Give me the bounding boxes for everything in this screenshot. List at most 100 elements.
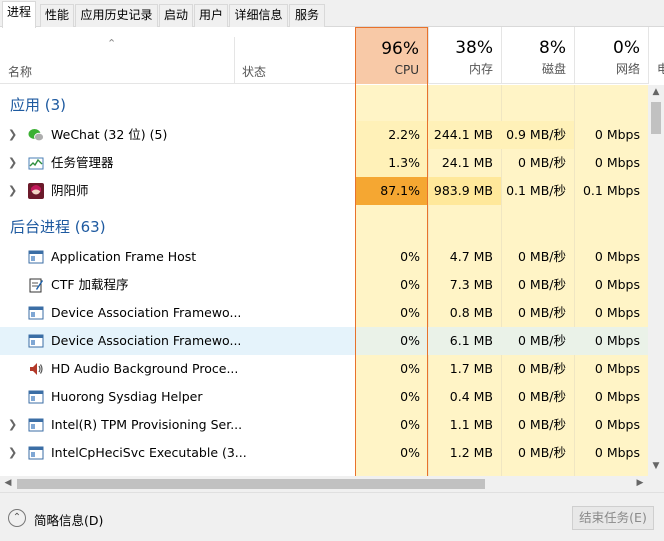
disk-value: 0 MB/秒: [518, 389, 566, 404]
scroll-thumb[interactable]: [651, 102, 661, 134]
memory-value: 4.7 MB: [449, 249, 493, 264]
network-value: 0 Mbps: [594, 155, 640, 170]
expand-chevron-icon[interactable]: ❯: [8, 177, 17, 205]
table-row[interactable]: Device Association Framewo... 0% 0.8 MB …: [0, 299, 648, 327]
disk-value: 0 MB/秒: [518, 249, 566, 264]
cpu-value: 2.2%: [355, 121, 428, 149]
table-row[interactable]: CTF 加载程序 0% 7.3 MB 0 MB/秒 0 Mbps: [0, 271, 648, 299]
sort-caret-icon: ⌃: [107, 37, 117, 50]
tab-performance[interactable]: 性能: [40, 4, 74, 27]
cpu-value: 0%: [400, 417, 420, 432]
group-title: 后台进程 (63): [10, 218, 106, 236]
column-status[interactable]: 状态: [242, 63, 266, 80]
column-header: ⌃ 名称 状态 96% CPU 38% 内存 8% 磁盘 0% 网络 电: [0, 27, 664, 84]
network-percent: 0%: [613, 38, 640, 58]
scroll-up-icon[interactable]: ▲: [648, 87, 664, 97]
expand-chevron-icon[interactable]: ❯: [8, 121, 17, 149]
tab-processes[interactable]: 进程: [2, 1, 36, 28]
scroll-thumb[interactable]: [17, 479, 485, 489]
disk-value: 0.9 MB/秒: [501, 121, 574, 149]
task-manager-icon: [28, 157, 44, 170]
disk-value: 0 MB/秒: [518, 417, 566, 432]
tab-bar: 进程 性能 应用历史记录 启动 用户 详细信息 服务: [0, 0, 664, 28]
process-name: Intel(R) TPM Provisioning Ser...: [51, 417, 243, 432]
scroll-right-icon[interactable]: ▶: [632, 478, 648, 488]
memory-value: 7.3 MB: [449, 277, 493, 292]
process-name: Huorong Sysdiag Helper: [51, 389, 203, 404]
table-row[interactable]: ❯ 任务管理器 1.3% 24.1 MB 0 MB/秒 0 Mbps: [0, 149, 648, 177]
expand-chevron-icon[interactable]: ❯: [8, 439, 17, 467]
window-icon: [28, 334, 44, 348]
network-value: 0 Mbps: [594, 127, 640, 142]
table-row-selected[interactable]: Device Association Framewo... 0% 6.1 MB …: [0, 327, 648, 355]
disk-label: 磁盘: [541, 62, 566, 76]
table-row[interactable]: HD Audio Background Proce... 0% 1.7 MB 0…: [0, 355, 648, 383]
column-cpu[interactable]: 96% CPU: [355, 27, 428, 84]
group-header-background: 后台进程 (63): [0, 213, 648, 241]
memory-value: 0.4 MB: [449, 389, 493, 404]
process-name: Application Frame Host: [51, 249, 197, 264]
cpu-label: CPU: [394, 63, 419, 77]
vertical-scrollbar[interactable]: ▲ ▼: [648, 85, 664, 476]
cpu-value: 87.1%: [355, 177, 428, 205]
network-value: 0 Mbps: [594, 389, 640, 404]
horizontal-scrollbar[interactable]: ◀ ▶: [0, 476, 648, 492]
table-row[interactable]: Application Frame Host 0% 4.7 MB 0 MB/秒 …: [0, 243, 648, 271]
process-name: IntelCpHeciSvc Executable (3...: [51, 445, 247, 460]
process-name: Device Association Framewo...: [51, 305, 242, 320]
expand-chevron-icon[interactable]: ❯: [8, 411, 17, 439]
cpu-value: 0%: [355, 327, 428, 355]
footer: ⌃ 简略信息(D) 结束任务(E): [0, 492, 664, 541]
cpu-value: 0%: [400, 249, 420, 264]
disk-value: 0 MB/秒: [518, 155, 566, 170]
disk-value: 0.1 MB/秒: [506, 183, 566, 198]
network-value: 0 Mbps: [594, 277, 640, 292]
table-row[interactable]: ❯ IntelCpHeciSvc Executable (3... 0% 1.2…: [0, 439, 648, 467]
tab-services[interactable]: 服务: [289, 4, 325, 27]
table-row[interactable]: ❯ WeChat (32 位) (5) 2.2% 244.1 MB 0.9 MB…: [0, 121, 648, 149]
window-icon: [28, 390, 44, 404]
table-row[interactable]: ❯ Intel(R) TPM Provisioning Ser... 0% 1.…: [0, 411, 648, 439]
tab-startup[interactable]: 启动: [159, 4, 193, 27]
disk-value: 0 MB/秒: [518, 305, 566, 320]
memory-value: 0.8 MB: [449, 305, 493, 320]
column-memory[interactable]: 38% 内存: [428, 27, 501, 84]
process-name: 任务管理器: [51, 155, 114, 170]
window-icon: [28, 250, 44, 264]
process-name: 阴阳师: [51, 183, 89, 198]
expand-chevron-icon[interactable]: ❯: [8, 149, 17, 177]
collapse-chevron-icon[interactable]: ⌃: [8, 509, 26, 527]
power-label: 电: [657, 62, 664, 76]
tab-app-history[interactable]: 应用历史记录: [75, 4, 158, 27]
tab-details[interactable]: 详细信息: [229, 4, 288, 27]
fewer-details-link[interactable]: 简略信息(D): [34, 510, 103, 529]
scroll-left-icon[interactable]: ◀: [0, 478, 16, 488]
group-title: 应用 (3): [10, 96, 67, 114]
table-row[interactable]: Huorong Sysdiag Helper 0% 0.4 MB 0 MB/秒 …: [0, 383, 648, 411]
onmyoji-icon: [28, 183, 44, 199]
process-list: 应用 (3) ❯ WeChat (32 位) (5) 2.2% 244.1 MB…: [0, 85, 648, 476]
tab-users[interactable]: 用户: [194, 4, 228, 27]
disk-value: 0 MB/秒: [518, 361, 566, 376]
process-name: HD Audio Background Proce...: [51, 361, 239, 376]
memory-value: 983.9 MB: [428, 177, 501, 205]
cpu-value: 0%: [400, 277, 420, 292]
network-value: 0 Mbps: [594, 361, 640, 376]
column-disk[interactable]: 8% 磁盘: [501, 27, 574, 84]
disk-value: 0 MB/秒: [501, 327, 574, 355]
notepad-pen-icon: [29, 278, 43, 293]
disk-percent: 8%: [539, 38, 566, 58]
column-power[interactable]: 电: [648, 27, 664, 84]
column-network[interactable]: 0% 网络: [574, 27, 648, 84]
wechat-icon: [28, 129, 44, 142]
scroll-down-icon[interactable]: ▼: [648, 461, 664, 471]
end-task-button[interactable]: 结束任务(E): [572, 506, 654, 530]
process-name: CTF 加载程序: [51, 277, 129, 292]
table-row[interactable]: ❯ 阴阳师 87.1% 983.9 MB 0.1 MB/秒 0.1 Mbps: [0, 177, 648, 205]
memory-value: 1.1 MB: [449, 417, 493, 432]
cpu-value: 0%: [400, 389, 420, 404]
column-name[interactable]: 名称: [8, 63, 32, 80]
process-name: WeChat (32 位) (5): [51, 127, 168, 142]
cpu-value: 0%: [400, 305, 420, 320]
memory-value: 1.7 MB: [449, 361, 493, 376]
